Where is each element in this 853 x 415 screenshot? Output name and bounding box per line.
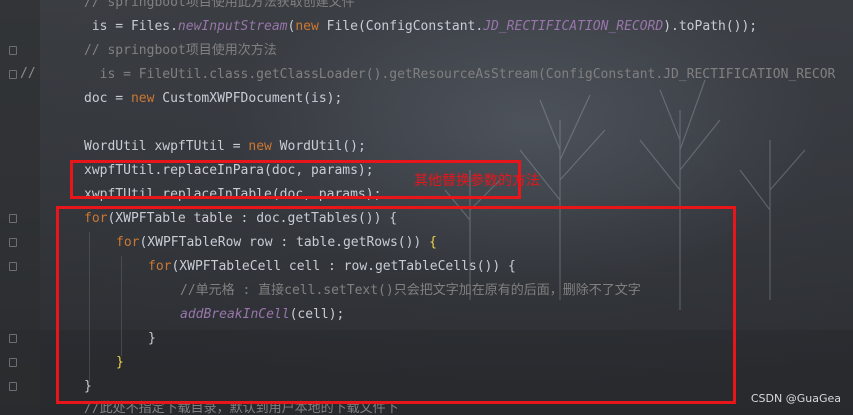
code-line-7: WordUtil xwpfTUtil = new WordUtil();: [84, 139, 366, 154]
fold-marker[interactable]: [9, 262, 17, 271]
annotation-label: 其他替换参数的方法: [414, 173, 540, 189]
code-line-4: is = FileUtil.class.getClassLoader().get…: [84, 67, 836, 82]
code-line-5: doc = new CustomXWPFDocument(is);: [84, 91, 343, 106]
fold-marker[interactable]: [9, 238, 17, 247]
fold-marker[interactable]: [9, 46, 17, 55]
code-line-2: is = Files.newInputStream(new File(Confi…: [84, 19, 758, 34]
code-editor[interactable]: // // springboot项目使用此方法获取创建文件 is = Files…: [0, 0, 853, 415]
watermark: CSDN @GuaGea: [750, 392, 841, 405]
code-line-3: // springboot项目使用次方法: [84, 43, 277, 58]
highlight-box-table-loop: [56, 206, 736, 404]
gutter-comment-marker: //: [20, 66, 36, 81]
code-line-1: // springboot项目使用此方法获取创建文件: [84, 0, 355, 10]
fold-marker[interactable]: [9, 382, 17, 391]
fold-marker[interactable]: [9, 358, 17, 367]
fold-marker[interactable]: [9, 214, 17, 223]
fold-marker[interactable]: [9, 334, 17, 343]
fold-marker[interactable]: [9, 70, 17, 79]
line-gutter: [0, 0, 40, 415]
